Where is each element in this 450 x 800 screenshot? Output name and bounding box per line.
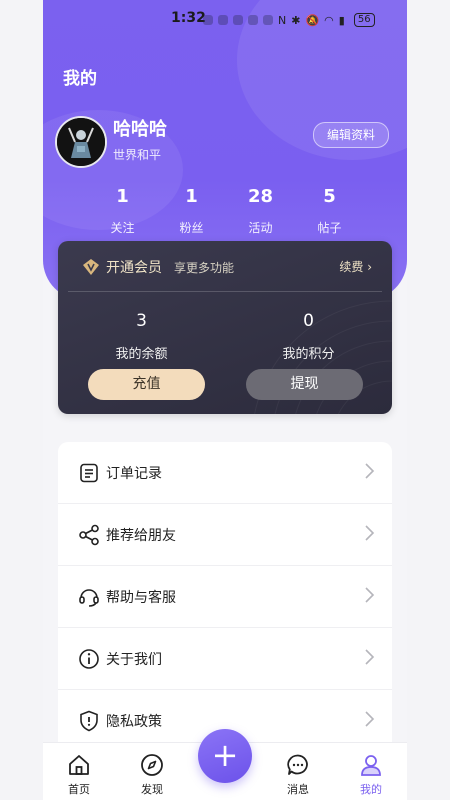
- settings-menu: 订单记录 推荐给朋友 帮助与客服 关于我们 隐私政策: [58, 442, 392, 751]
- status-time: 1:32: [171, 10, 206, 26]
- stat-value: 28: [247, 186, 274, 207]
- stat-label: 关注: [110, 221, 135, 235]
- menu-item-label: 订单记录: [106, 465, 162, 482]
- profile-name: 哈哈哈: [113, 119, 167, 140]
- compass-icon: [122, 747, 182, 777]
- stat-label: 粉丝: [179, 221, 204, 235]
- order-list-icon: [78, 462, 100, 484]
- vip-badge-icon: [83, 259, 99, 275]
- status-icons: N ✱ 🔕 ◠ ▮ 56: [203, 13, 375, 27]
- stat-following[interactable]: 1 关注: [88, 186, 157, 236]
- stat-value: 1: [116, 186, 129, 207]
- vip-title: 开通会员: [106, 260, 162, 276]
- points-label: 我的积分: [282, 347, 335, 362]
- stat-label: 帖子: [317, 221, 342, 235]
- chevron-right-icon: [365, 587, 375, 603]
- avatar-image: [57, 118, 105, 166]
- tab-home[interactable]: 首页: [49, 743, 109, 797]
- menu-item-help[interactable]: 帮助与客服: [58, 565, 392, 627]
- menu-item-about[interactable]: 关于我们: [58, 627, 392, 689]
- avatar[interactable]: [55, 116, 107, 168]
- balance-value: 3: [136, 311, 147, 331]
- tab-label: 我的: [360, 783, 382, 796]
- renew-label: 续费: [339, 260, 364, 274]
- bluetooth-icon: ✱: [291, 13, 301, 27]
- tab-label: 首页: [68, 783, 90, 796]
- stat-activities[interactable]: 28 活动: [226, 186, 295, 236]
- chevron-right-icon: [365, 711, 375, 727]
- create-post-button[interactable]: +: [198, 729, 252, 783]
- notification-icon: [218, 15, 228, 25]
- page-title: 我的: [63, 69, 97, 89]
- status-bar: 1:32 N ✱ 🔕 ◠ ▮ 56: [43, 10, 407, 30]
- profile-bio: 世界和平: [113, 148, 162, 162]
- menu-item-label: 关于我们: [106, 651, 162, 668]
- stat-followers[interactable]: 1 粉丝: [157, 186, 226, 236]
- withdraw-button[interactable]: 提现: [246, 369, 363, 400]
- menu-item-label: 推荐给朋友: [106, 527, 176, 544]
- edit-profile-button[interactable]: 编辑资料: [313, 122, 389, 148]
- stats-row: 1 关注 1 粉丝 28 活动 5 帖子: [88, 186, 398, 236]
- shield-icon: [78, 710, 100, 732]
- battery-icon: 56: [353, 13, 375, 27]
- stat-value: 5: [323, 186, 336, 207]
- profile-page: 1:32 N ✱ 🔕 ◠ ▮ 56 我的 哈哈哈 世界和平 编辑资料 1 关注 …: [43, 0, 407, 800]
- signal-icon: ▮: [338, 13, 345, 27]
- vip-card: 开通会员 享更多功能 续费 › 3 我的余额 0 我的积分 充值 提现: [58, 241, 392, 414]
- customer-service-icon: [78, 586, 100, 608]
- notification-icon: [233, 15, 243, 25]
- menu-item-label: 隐私政策: [106, 713, 162, 730]
- chat-icon: [268, 747, 328, 777]
- points-block[interactable]: 0 我的积分: [225, 311, 392, 362]
- info-icon: [78, 648, 100, 670]
- divider: [68, 291, 382, 292]
- balance-label: 我的余额: [115, 347, 168, 362]
- home-icon: [49, 747, 109, 777]
- tab-discover[interactable]: 发现: [122, 743, 182, 797]
- notification-icon: [203, 15, 213, 25]
- recharge-button[interactable]: 充值: [88, 369, 205, 400]
- share-icon: [78, 524, 100, 546]
- stat-posts[interactable]: 5 帖子: [295, 186, 364, 236]
- menu-item-label: 帮助与客服: [106, 589, 176, 606]
- menu-item-share[interactable]: 推荐给朋友: [58, 503, 392, 565]
- tab-label: 发现: [141, 783, 163, 796]
- user-icon: [341, 747, 401, 777]
- chevron-right-icon: [365, 463, 375, 479]
- notification-icon: [248, 15, 258, 25]
- vip-subtitle: 享更多功能: [174, 260, 235, 275]
- notification-icon: [263, 15, 273, 25]
- tab-mine[interactable]: 我的: [341, 743, 401, 797]
- menu-item-orders[interactable]: 订单记录: [58, 442, 392, 503]
- tab-messages[interactable]: 消息: [268, 743, 328, 797]
- chevron-right-icon: [365, 649, 375, 665]
- mute-icon: 🔕: [305, 13, 320, 27]
- stat-label: 活动: [248, 221, 273, 235]
- tab-label: 消息: [287, 783, 309, 796]
- chevron-right-icon: ›: [367, 260, 372, 274]
- renew-link[interactable]: 续费 ›: [339, 258, 372, 275]
- balance-block[interactable]: 3 我的余额: [58, 311, 225, 362]
- nfc-icon: N: [278, 13, 287, 27]
- wifi-icon: ◠: [324, 13, 334, 27]
- stat-value: 1: [185, 186, 198, 207]
- vip-header[interactable]: 开通会员 享更多功能: [82, 257, 234, 277]
- chevron-right-icon: [365, 525, 375, 541]
- points-value: 0: [303, 311, 314, 331]
